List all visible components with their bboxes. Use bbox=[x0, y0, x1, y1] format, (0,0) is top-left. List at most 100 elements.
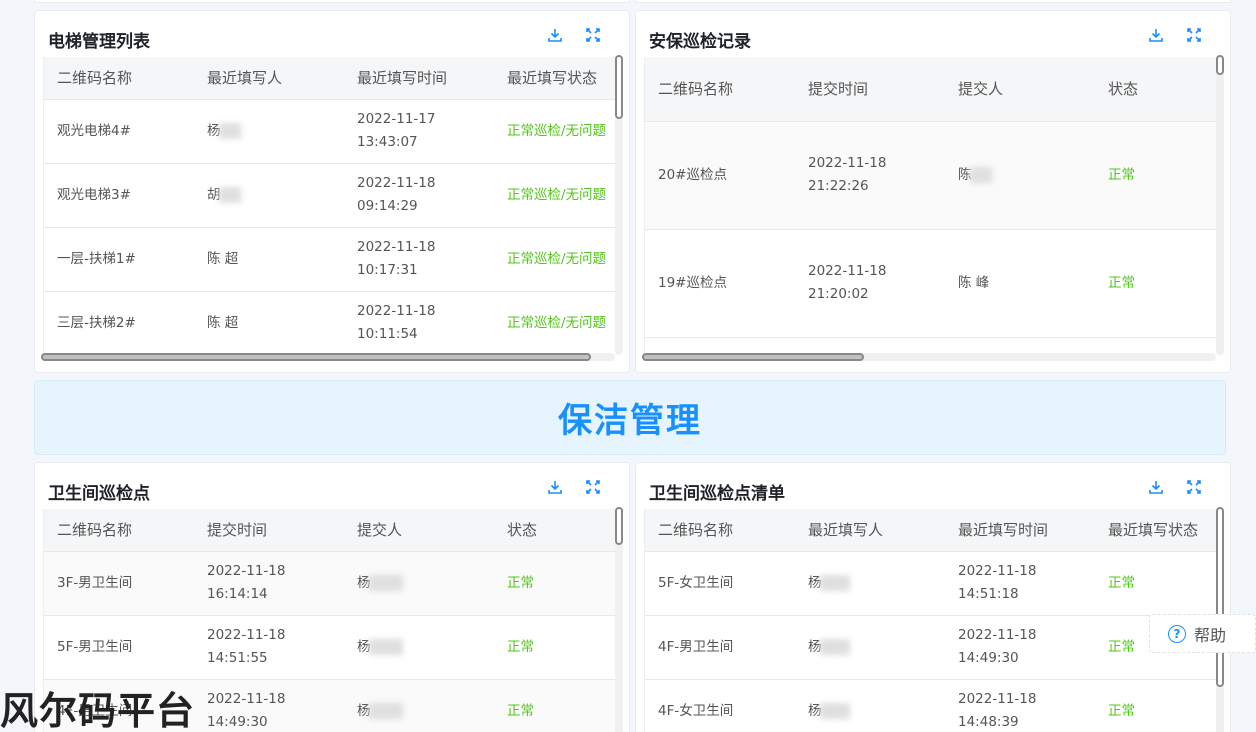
column-header[interactable]: 二维码名称 bbox=[44, 509, 194, 552]
table-row[interactable] bbox=[645, 337, 1216, 353]
top-strip-left bbox=[34, 0, 630, 3]
restroom-list-card-title: 卫生间巡检点清单 bbox=[649, 484, 785, 504]
time-cell: 2022-11-18 10:17:31 bbox=[344, 227, 494, 292]
table-row[interactable]: 观光电梯4# 杨 2022-11-17 13:43:07 正常巡检/无问题 bbox=[44, 99, 615, 164]
download-icon[interactable] bbox=[1148, 479, 1164, 495]
qr-name: 一层-扶梯1# bbox=[44, 227, 194, 292]
scrollbar-thumb[interactable] bbox=[642, 353, 864, 361]
scrollbar-thumb[interactable] bbox=[615, 507, 623, 545]
help-label: 帮助 bbox=[1194, 625, 1227, 645]
time-cell: 2022-11-18 16:14:14 bbox=[194, 551, 344, 616]
scrollbar-thumb[interactable] bbox=[615, 55, 623, 119]
download-icon[interactable] bbox=[547, 479, 563, 495]
scrollbar-thumb[interactable] bbox=[1216, 55, 1224, 75]
status-cell: 正常巡检/无问题 bbox=[494, 99, 615, 164]
help-button[interactable]: ? 帮助 bbox=[1149, 614, 1256, 653]
status-cell: 正常 bbox=[1095, 121, 1216, 230]
time-cell: 2022-11-18 09:14:29 bbox=[344, 163, 494, 228]
person-cell: 杨 bbox=[795, 615, 945, 680]
fullscreen-icon[interactable] bbox=[1186, 479, 1202, 495]
restroom-list-card: 卫生间巡检点清单 二维码名称 最近填写人 最近填写时间 最近填写状态 5F-女卫… bbox=[635, 462, 1231, 732]
column-header[interactable]: 状态 bbox=[494, 509, 615, 552]
table-row[interactable]: 三层-扶梯2# 陈 超 2022-11-18 10:11:54 正常巡检/无问题 bbox=[44, 291, 615, 353]
time-cell: 2022-11-18 14:49:30 bbox=[945, 615, 1095, 680]
person-cell: 陈 bbox=[945, 121, 1095, 230]
column-header[interactable]: 提交时间 bbox=[194, 509, 344, 552]
horizontal-scrollbar[interactable] bbox=[642, 353, 1216, 361]
column-header[interactable]: 二维码名称 bbox=[645, 57, 795, 122]
column-header[interactable]: 状态 bbox=[1095, 57, 1216, 122]
status-cell: 正常 bbox=[494, 615, 615, 680]
table-row[interactable]: 19#巡检点 2022-11-18 21:20:02 陈 峰 正常 bbox=[645, 229, 1216, 338]
fullscreen-icon[interactable] bbox=[585, 27, 601, 43]
status-cell: 正常巡检/无问题 bbox=[494, 291, 615, 353]
time-cell: 2022-11-18 14:51:18 bbox=[945, 551, 1095, 616]
person-cell: 杨 bbox=[344, 615, 494, 680]
banner-title: 保洁管理 bbox=[558, 401, 702, 441]
qr-name: 20#巡检点 bbox=[645, 121, 795, 230]
column-header[interactable]: 最近填写时间 bbox=[945, 509, 1095, 552]
column-header[interactable]: 提交人 bbox=[344, 509, 494, 552]
person-cell: 杨 bbox=[344, 679, 494, 732]
column-header[interactable]: 最近填写时间 bbox=[344, 57, 494, 100]
person-cell: 陈 超 bbox=[194, 227, 344, 292]
person-cell: 杨 bbox=[344, 551, 494, 616]
status-cell: 正常巡检/无问题 bbox=[494, 163, 615, 228]
qr-name: 3F-男卫生间 bbox=[44, 551, 194, 616]
qr-name: 19#巡检点 bbox=[645, 229, 795, 338]
column-header[interactable]: 最近填写状态 bbox=[494, 57, 615, 100]
status-cell: 正常 bbox=[1095, 229, 1216, 338]
elevator-table: 二维码名称 最近填写人 最近填写时间 最近填写状态 观光电梯4# 杨 2022-… bbox=[43, 57, 615, 353]
table-row[interactable]: 4F-男卫生间 杨 2022-11-18 14:49:30 正常 bbox=[645, 615, 1216, 680]
table-row[interactable]: 一层-扶梯1# 陈 超 2022-11-18 10:17:31 正常巡检/无问题 bbox=[44, 227, 615, 292]
table-row[interactable]: 4F-女卫生间 杨 2022-11-18 14:48:39 正常 bbox=[645, 679, 1216, 732]
vertical-scrollbar[interactable] bbox=[1216, 55, 1224, 355]
card-tools bbox=[547, 27, 601, 43]
horizontal-scrollbar[interactable] bbox=[41, 353, 615, 361]
status-cell: 正常 bbox=[1095, 679, 1216, 732]
table-row[interactable]: 观光电梯3# 胡 2022-11-18 09:14:29 正常巡检/无问题 bbox=[44, 163, 615, 228]
column-header[interactable]: 最近填写人 bbox=[194, 57, 344, 100]
help-circle-icon: ? bbox=[1168, 624, 1186, 643]
person-cell: 陈 超 bbox=[194, 291, 344, 353]
table-row[interactable]: 20#巡检点 2022-11-18 21:22:26 陈 正常 bbox=[645, 121, 1216, 230]
person-cell: 胡 bbox=[194, 163, 344, 228]
time-cell: 2022-11-18 14:48:39 bbox=[945, 679, 1095, 732]
scrollbar-thumb[interactable] bbox=[41, 353, 591, 361]
vertical-scrollbar[interactable] bbox=[615, 55, 623, 355]
column-header[interactable]: 提交人 bbox=[945, 57, 1095, 122]
time-cell: 2022-11-18 10:11:54 bbox=[344, 291, 494, 353]
fullscreen-icon[interactable] bbox=[585, 479, 601, 495]
table-row[interactable]: 5F-女卫生间 杨 2022-11-18 14:51:18 正常 bbox=[645, 551, 1216, 616]
column-header[interactable]: 提交时间 bbox=[795, 57, 945, 122]
watermark-logo: 风尔码平台 bbox=[0, 689, 196, 732]
security-table: 二维码名称 提交时间 提交人 状态 20#巡检点 2022-11-18 21:22… bbox=[644, 57, 1216, 353]
scrollbar-thumb[interactable] bbox=[1216, 507, 1224, 687]
time-cell: 2022-11-18 14:51:55 bbox=[194, 615, 344, 680]
status-cell: 正常 bbox=[1095, 551, 1216, 616]
column-header[interactable]: 最近填写人 bbox=[795, 509, 945, 552]
table-row[interactable]: 5F-男卫生间 2022-11-18 14:51:55 杨 正常 bbox=[44, 615, 615, 680]
restroom-list-table: 二维码名称 最近填写人 最近填写时间 最近填写状态 5F-女卫生间 杨 2022… bbox=[644, 509, 1216, 732]
time-cell: 2022-11-18 21:22:26 bbox=[795, 121, 945, 230]
elevator-card: 电梯管理列表 二维码名称 最近填写人 最近填写时间 最近填写状态 观光电梯4# … bbox=[34, 10, 630, 373]
download-icon[interactable] bbox=[1148, 27, 1164, 43]
restroom-points-card-title: 卫生间巡检点 bbox=[48, 484, 150, 504]
qr-name: 三层-扶梯2# bbox=[44, 291, 194, 353]
time-cell: 2022-11-17 13:43:07 bbox=[344, 99, 494, 164]
fullscreen-icon[interactable] bbox=[1186, 27, 1202, 43]
column-header[interactable]: 最近填写状态 bbox=[1095, 509, 1216, 552]
elevator-card-title: 电梯管理列表 bbox=[48, 32, 150, 52]
column-header[interactable]: 二维码名称 bbox=[44, 57, 194, 100]
column-header[interactable]: 二维码名称 bbox=[645, 509, 795, 552]
table-row[interactable]: 3F-男卫生间 2022-11-18 16:14:14 杨 正常 bbox=[44, 551, 615, 616]
security-card: 安保巡检记录 二维码名称 提交时间 提交人 状态 20#巡检点 2022-11-… bbox=[635, 10, 1231, 373]
status-cell: 正常巡检/无问题 bbox=[494, 227, 615, 292]
status-cell: 正常 bbox=[494, 679, 615, 732]
qr-name: 4F-女卫生间 bbox=[645, 679, 795, 732]
download-icon[interactable] bbox=[547, 27, 563, 43]
person-cell: 杨 bbox=[795, 551, 945, 616]
cleaning-banner: 保洁管理 bbox=[34, 380, 1226, 455]
top-strip-right bbox=[635, 0, 1231, 3]
vertical-scrollbar[interactable] bbox=[615, 507, 623, 732]
